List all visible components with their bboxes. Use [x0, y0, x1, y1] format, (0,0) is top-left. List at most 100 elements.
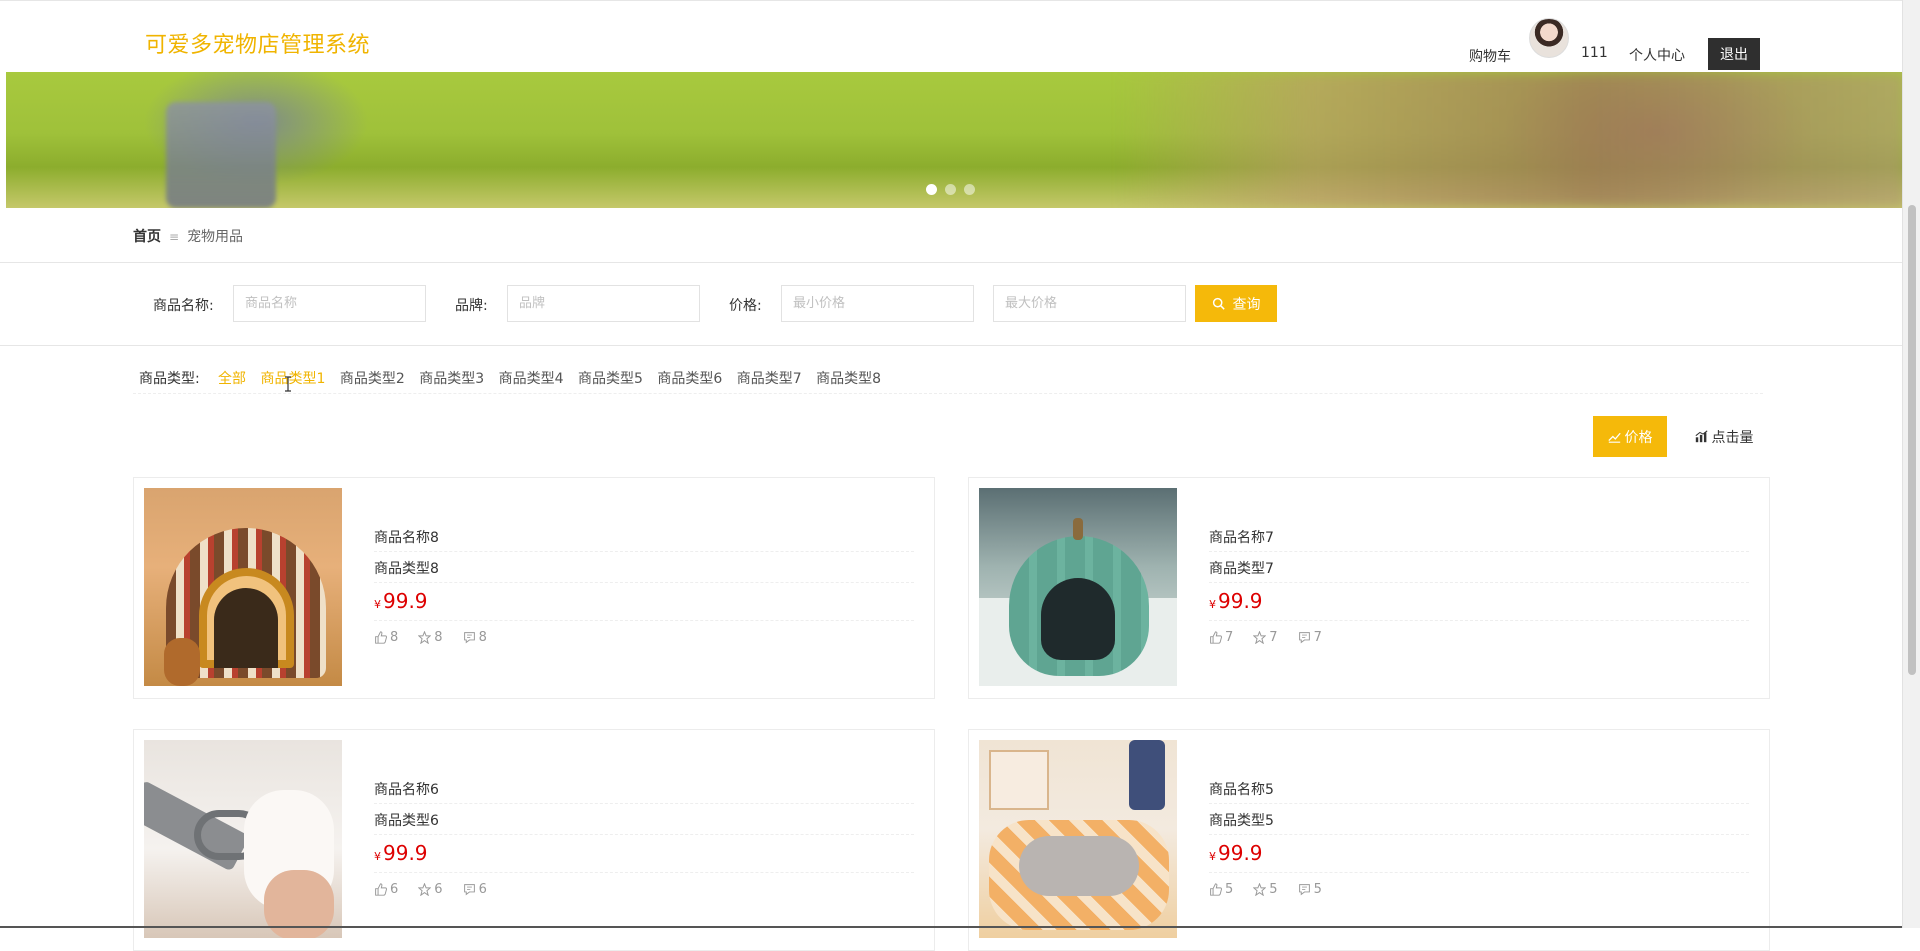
bar-chart-icon [1695, 430, 1707, 443]
logout-button[interactable]: 退出 [1708, 38, 1760, 70]
divider [374, 872, 914, 873]
star-icon [418, 631, 432, 644]
search-icon [1212, 297, 1225, 310]
page-scrollbar[interactable] [1902, 0, 1920, 928]
product-name: 商品名称7 [1209, 530, 1274, 546]
min-price-input[interactable] [781, 285, 974, 322]
favorite-count: 5 [1269, 882, 1278, 897]
max-price-input[interactable] [993, 285, 1186, 322]
divider [1209, 551, 1749, 552]
brand-input[interactable] [507, 285, 700, 322]
like-stat[interactable]: 6 [374, 882, 398, 897]
product-type: 商品类型7 [1209, 561, 1274, 577]
profile-link[interactable]: 个人中心 [1629, 45, 1685, 65]
like-stat[interactable]: 7 [1209, 630, 1233, 645]
category-4[interactable]: 商品类型4 [499, 371, 564, 387]
search-button-label: 查询 [1232, 296, 1261, 313]
sort-price-label: 价格 [1624, 429, 1653, 446]
divider [1209, 834, 1749, 835]
price-label: 价格: [729, 298, 762, 314]
divider [374, 551, 914, 552]
category-2[interactable]: 商品类型2 [340, 371, 405, 387]
breadcrumb: 首页 ≡ 宠物用品 [133, 226, 243, 246]
currency-symbol: ¥ [374, 850, 381, 863]
category-label: 商品类型: [139, 371, 200, 387]
favorite-stat[interactable]: 6 [418, 882, 443, 897]
category-7[interactable]: 商品类型7 [737, 371, 802, 387]
product-card[interactable]: 商品名称5 商品类型5 ¥99.9 5 5 5 [968, 729, 1770, 951]
sort-by-price-button[interactable]: 价格 [1593, 416, 1667, 457]
carousel-dot-3[interactable] [964, 184, 975, 195]
comment-icon [1298, 632, 1310, 644]
product-image-pet-house [144, 488, 342, 686]
product-image-nail-clipper [144, 740, 342, 938]
sort-by-clicks-button[interactable]: 点击量 [1684, 416, 1764, 457]
name-label: 商品名称: [153, 298, 214, 314]
product-image-plush-bed [979, 740, 1177, 938]
breadcrumb-current: 宠物用品 [187, 229, 244, 245]
product-price: ¥99.9 [374, 841, 428, 865]
favorite-count: 6 [434, 882, 443, 897]
product-stats: 5 5 5 [1209, 882, 1322, 897]
comment-stat[interactable]: 6 [463, 882, 487, 897]
breadcrumb-separator: ≡ [169, 230, 180, 244]
scrollbar-thumb[interactable] [1908, 205, 1916, 675]
carousel-dot-2[interactable] [945, 184, 956, 195]
product-name: 商品名称8 [374, 530, 439, 546]
like-count: 7 [1225, 630, 1234, 645]
banner-image-dog [1116, 72, 1903, 208]
comment-count: 6 [478, 882, 487, 897]
favorite-stat[interactable]: 5 [1253, 882, 1278, 897]
price-amount: 99.9 [1218, 589, 1263, 613]
comment-count: 7 [1313, 630, 1322, 645]
comment-icon [463, 632, 475, 644]
price-amount: 99.9 [383, 841, 428, 865]
product-name-input[interactable] [233, 285, 426, 322]
breadcrumb-home[interactable]: 首页 [133, 229, 161, 245]
user-avatar[interactable] [1529, 18, 1569, 58]
like-stat[interactable]: 8 [374, 630, 398, 645]
category-filter: 全部 商品类型1 商品类型2 商品类型3 商品类型4 商品类型5 商品类型6 商… [218, 368, 891, 388]
cart-link[interactable]: 购物车 [1469, 46, 1511, 66]
username: 111 [1581, 45, 1608, 61]
like-stat[interactable]: 5 [1209, 882, 1233, 897]
product-type: 商品类型5 [1209, 813, 1274, 829]
sort-clicks-label: 点击量 [1711, 429, 1754, 446]
product-price: ¥99.9 [1209, 841, 1263, 865]
comment-stat[interactable]: 7 [1298, 630, 1322, 645]
comment-stat[interactable]: 8 [463, 630, 487, 645]
like-count: 5 [1225, 882, 1234, 897]
favorite-stat[interactable]: 8 [418, 630, 443, 645]
product-price: ¥99.9 [374, 589, 428, 613]
thumbs-up-icon [1210, 883, 1222, 896]
category-all[interactable]: 全部 [218, 371, 246, 387]
comment-icon [1298, 884, 1310, 896]
comment-icon [463, 884, 475, 896]
product-type: 商品类型6 [374, 813, 439, 829]
thumbs-up-icon [1210, 631, 1222, 644]
thumbs-up-icon [375, 883, 387, 896]
favorite-count: 7 [1269, 630, 1278, 645]
comment-stat[interactable]: 5 [1298, 882, 1322, 897]
comment-count: 5 [1313, 882, 1322, 897]
brand-label: 品牌: [455, 298, 488, 314]
product-image-cat-bed [979, 488, 1177, 686]
banner-carousel[interactable] [6, 72, 1903, 208]
category-5[interactable]: 商品类型5 [578, 371, 643, 387]
product-card[interactable]: 商品名称6 商品类型6 ¥99.9 6 6 6 [133, 729, 935, 951]
category-6[interactable]: 商品类型6 [657, 371, 722, 387]
carousel-dot-1[interactable] [926, 184, 937, 195]
divider [374, 582, 914, 583]
product-card[interactable]: 商品名称7 商品类型7 ¥99.9 7 7 7 [968, 477, 1770, 699]
like-count: 6 [390, 882, 399, 897]
favorite-stat[interactable]: 7 [1253, 630, 1278, 645]
site-logo[interactable]: 可爱多宠物店管理系统 [145, 27, 370, 59]
category-8[interactable]: 商品类型8 [816, 371, 881, 387]
thumbs-up-icon [375, 631, 387, 644]
search-button[interactable]: 查询 [1195, 285, 1277, 322]
category-3[interactable]: 商品类型3 [419, 371, 484, 387]
product-card[interactable]: 商品名称8 商品类型8 ¥99.9 8 8 8 [133, 477, 935, 699]
divider [1209, 872, 1749, 873]
price-amount: 99.9 [1218, 841, 1263, 865]
product-stats: 6 6 6 [374, 882, 487, 897]
